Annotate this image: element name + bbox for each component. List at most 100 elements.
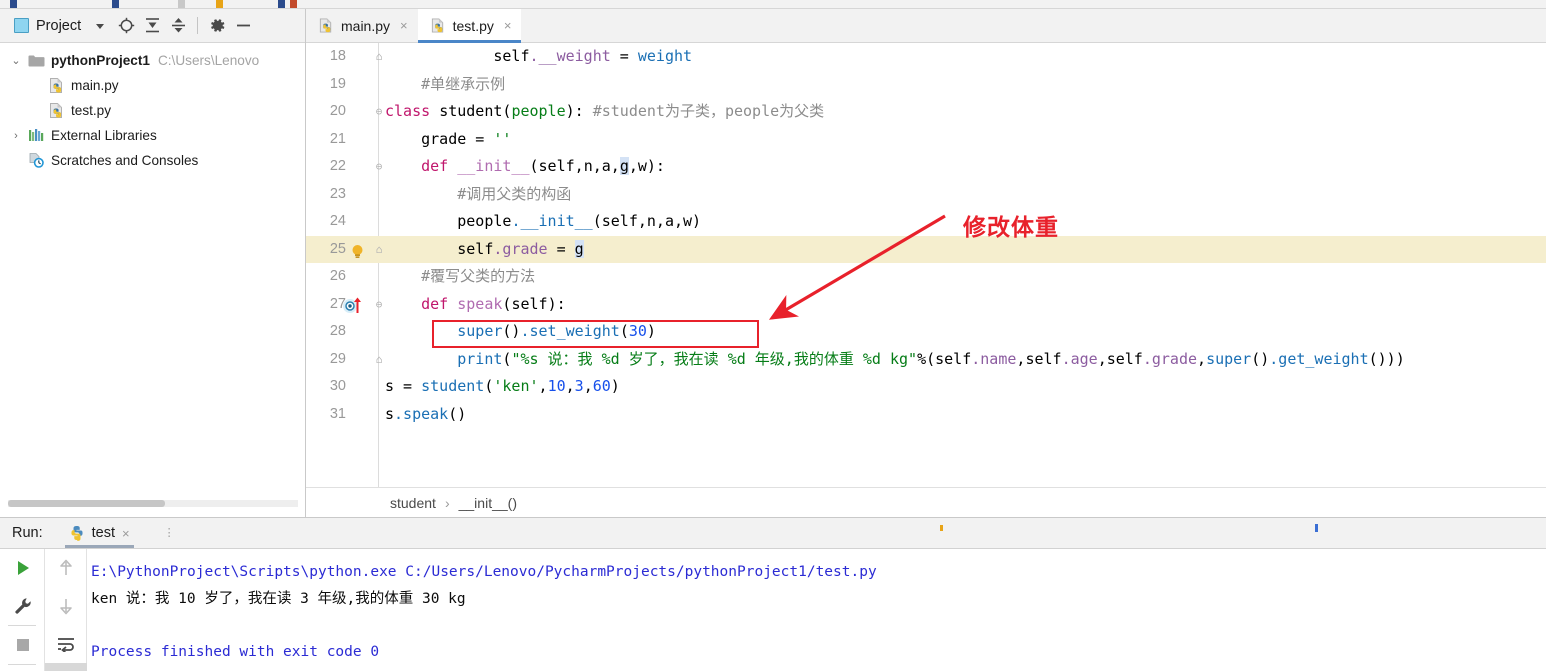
run-console-output[interactable]: E:\PythonProject\Scripts\python.exe C:/U…	[88, 549, 1546, 671]
code-token: "%s 说：我 %d 岁了，我在读 %d 年级,我的体重 %d kg"	[511, 349, 918, 368]
run-toolbar-secondary	[45, 549, 87, 671]
project-hscroll-thumb[interactable]	[8, 500, 165, 507]
code-line-25[interactable]: 25 ⌂ self.grade = g	[306, 235, 1546, 264]
gear-icon[interactable]	[204, 13, 230, 39]
tree-item-scratches-and-consoles[interactable]: Scratches and Consoles	[0, 148, 305, 173]
tree-item-main-py[interactable]: main.py	[0, 73, 305, 98]
tab-label: test.py	[452, 17, 494, 34]
code-token: 10	[547, 377, 566, 395]
expand-all-icon[interactable]	[139, 13, 165, 39]
tab-main-py[interactable]: main.py ×	[306, 9, 418, 42]
code-fold-marker[interactable]: ⊖	[372, 291, 386, 319]
chevron-down-icon[interactable]	[87, 13, 113, 39]
code-token: )	[610, 377, 620, 395]
code-line-27[interactable]: 27 ⊖ def speak(self):	[306, 291, 1546, 319]
collapse-all-icon[interactable]	[165, 13, 191, 39]
stop-button[interactable]	[0, 626, 45, 664]
line-number: 22	[329, 158, 346, 174]
toolbar-glyph	[178, 0, 185, 8]
code-token: def	[421, 157, 458, 175]
code-text: #覆写父类的方法	[385, 263, 535, 291]
code-line-31[interactable]: 31 s.speak()	[306, 401, 1546, 429]
python-file-icon	[46, 102, 66, 120]
scroll-to-end-icon[interactable]	[45, 663, 87, 671]
editor-tab-bar: main.py × test.py ×	[306, 9, 1546, 43]
lightbulb-icon[interactable]	[350, 242, 365, 258]
code-fold-marker[interactable]: ⌂	[372, 346, 386, 374]
line-number: 24	[329, 213, 346, 229]
line-number: 27	[329, 295, 346, 312]
code-line-19[interactable]: 19 #单继承示例	[306, 71, 1546, 99]
code-token: ,	[592, 157, 602, 175]
code-token: weight	[637, 47, 693, 65]
code-token: ,	[583, 377, 593, 395]
code-fold-marker[interactable]: ⌂	[372, 236, 386, 264]
code-line-21[interactable]: 21 grade = ''	[306, 126, 1546, 154]
tab-test-py[interactable]: test.py ×	[417, 9, 522, 43]
code-fold-marker[interactable]: ⊖	[372, 153, 386, 181]
code-token: __init__	[457, 157, 530, 175]
code-text: #调用父类的构函	[385, 181, 571, 209]
code-token: #student为子类，people为父类	[592, 102, 825, 120]
code-line-22[interactable]: 22 ⊖ def __init__(self,n,a,g,w):	[306, 153, 1546, 181]
code-line-18[interactable]: 18 ⌂ self.__weight = weight	[306, 43, 1546, 71]
code-token: super	[457, 322, 503, 340]
tree-item-label: test.py	[71, 103, 112, 118]
override-method-icon[interactable]	[342, 296, 366, 313]
code-line-30[interactable]: 30 s = student('ken',10,3,60)	[306, 373, 1546, 401]
breadcrumb: student › __init__()	[306, 487, 1546, 517]
tree-item-external-libraries[interactable]: › External Libraries	[0, 123, 305, 148]
rerun-button[interactable]	[0, 549, 45, 587]
run-tool-window: Run: test × ⋮ E:\PythonProject\Scripts\p…	[0, 518, 1546, 671]
code-token: (	[529, 157, 539, 175]
code-token: ()	[448, 404, 467, 423]
code-line-24[interactable]: 24 people.__init__(self,n,a,w)	[306, 208, 1546, 236]
project-tab-button[interactable]: Project	[12, 16, 87, 36]
code-token: .speak	[394, 404, 449, 423]
code-token: .grade	[493, 239, 548, 258]
breadcrumb-item-method[interactable]: __init__()	[459, 495, 517, 511]
toolbar-glyph	[10, 0, 17, 8]
up-arrow-icon[interactable]	[45, 549, 87, 587]
code-token: super	[1206, 349, 1252, 368]
locate-target-icon[interactable]	[113, 13, 139, 39]
code-token: %(	[917, 349, 936, 368]
hide-panel-icon[interactable]	[230, 13, 256, 39]
chevron-right-icon[interactable]: ›	[6, 130, 26, 142]
code-token: g	[574, 239, 584, 258]
code-token: student	[421, 377, 485, 395]
drag-handle-icon[interactable]: ⋮	[164, 528, 175, 539]
tree-item-test-py[interactable]: test.py	[0, 98, 305, 123]
soft-wrap-icon[interactable]	[45, 625, 87, 663]
code-token: self	[1106, 349, 1143, 368]
code-token: n	[583, 157, 593, 175]
code-line-20[interactable]: 20 ⊖ class student(people): #student为子类，pe…	[306, 98, 1546, 126]
code-token: s =	[385, 377, 422, 395]
code-fold-marker[interactable]: ⊖	[372, 98, 386, 126]
close-icon[interactable]: ×	[400, 18, 408, 33]
code-line-29[interactable]: 29 ⌂ print("%s 说：我 %d 岁了，我在读 %d 年级,我的体重 %…	[306, 346, 1546, 374]
breadcrumb-item-class[interactable]: student	[390, 495, 436, 511]
code-token: (	[592, 212, 602, 230]
code-line-26[interactable]: 26 #覆写父类的方法	[306, 263, 1546, 291]
toolbar-divider	[197, 17, 199, 34]
close-icon[interactable]: ×	[504, 18, 512, 33]
code-fold-marker[interactable]: ⌂	[372, 43, 386, 71]
python-file-icon	[430, 17, 446, 34]
tree-item-label: Scratches and Consoles	[51, 153, 199, 168]
down-arrow-icon[interactable]	[45, 587, 87, 625]
toolbar-glyph	[290, 0, 297, 8]
code-token: .set_weight	[520, 322, 620, 340]
code-token: .age	[1061, 349, 1098, 368]
code-lines-container: 18 ⌂ self.__weight = weight 19 #单继承示例 20 ⊖ cl…	[306, 43, 1546, 428]
wrench-icon[interactable]	[0, 587, 45, 625]
chevron-down-icon[interactable]: ⌄	[6, 54, 26, 67]
code-line-23[interactable]: 23 #调用父类的构函	[306, 181, 1546, 209]
code-editor[interactable]: 18 ⌂ self.__weight = weight 19 #单继承示例 20 ⊖ cl…	[306, 43, 1546, 487]
close-icon[interactable]: ×	[122, 526, 130, 541]
tree-item-pythonProject1[interactable]: ⌄ pythonProject1 C:\Users\Lenovo	[0, 48, 305, 73]
code-line-28[interactable]: 28 super().set_weight(30)	[306, 318, 1546, 346]
